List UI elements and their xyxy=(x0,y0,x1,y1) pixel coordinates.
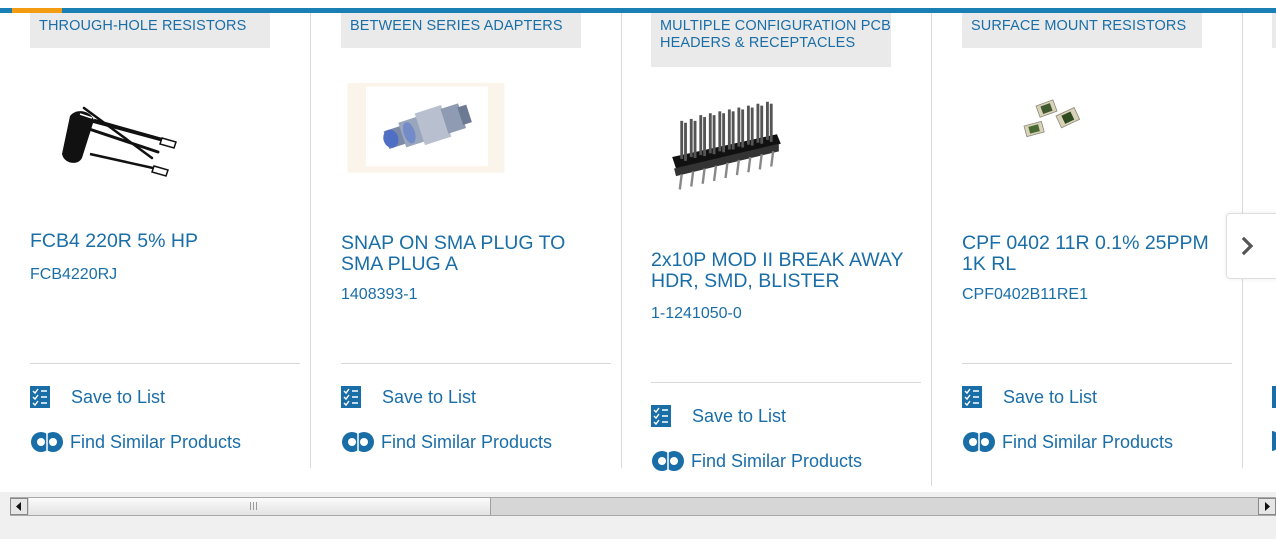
carousel-next-button[interactable] xyxy=(1226,213,1276,279)
product-title[interactable]: CPF 0402 11R 0.1% 25PPM 1K RL xyxy=(962,233,1222,275)
checklist-icon xyxy=(30,386,50,408)
save-to-list-label: Save to List xyxy=(382,387,477,407)
product-card: BETWEEN SERIES ADAPTERS SNAP ON SMA PLUG… xyxy=(311,13,622,468)
gears-icon xyxy=(31,432,63,452)
checklist-icon xyxy=(962,386,982,408)
find-similar-products-button[interactable]: Find Similar Products xyxy=(30,429,241,455)
save-to-list-label: Save to List xyxy=(692,406,787,426)
category-tag[interactable]: SURFACE MOUNT RESISTORS xyxy=(962,13,1202,48)
category-label: SURFACE MOUNT RESISTORS xyxy=(971,18,1187,34)
scrollbar-grip xyxy=(250,502,258,510)
category-label: BETWEEN SERIES ADAPTERS xyxy=(350,18,563,34)
triangle-left-icon xyxy=(16,502,21,511)
find-similar-products-label: Find Similar Products xyxy=(691,451,863,471)
category-label: THROUGH-HOLE RESISTORS xyxy=(39,18,247,34)
product-title[interactable]: FCB4 220R 5% HP xyxy=(30,231,290,252)
triangle-right-icon xyxy=(1265,502,1270,511)
product-part-number[interactable]: 1408393-1 xyxy=(341,285,418,305)
product-title[interactable]: SNAP ON SMA PLUG TO SMA PLUG A xyxy=(341,233,601,275)
find-similar-products-button[interactable]: Find Similar Products xyxy=(962,429,1173,455)
card-divider xyxy=(30,363,300,364)
card-divider xyxy=(962,363,1232,364)
product-title[interactable]: 2x10P MOD II BREAK AWAY HDR, SMD, BLISTE… xyxy=(651,250,911,292)
gears-icon xyxy=(963,432,995,452)
product-card: SURFACE MOUNT RESISTORS CPF 0402 11R 0.1… xyxy=(932,13,1243,468)
find-similar-products-button[interactable]: Find Similar Products xyxy=(651,448,862,474)
checklist-icon xyxy=(1272,386,1276,408)
category-tag[interactable]: THROUGH-HOLE RESISTORS xyxy=(30,13,270,48)
save-to-list-button[interactable]: Save to List xyxy=(962,386,1097,408)
pcb-header-image[interactable] xyxy=(651,98,821,198)
find-similar-products-label: Find Similar Products xyxy=(1002,432,1174,452)
category-tag[interactable]: BETWEEN SERIES ADAPTERS xyxy=(341,13,581,48)
card-divider xyxy=(341,363,611,364)
category-label: MULTIPLE CONFIGURATION PCB HEADERS & REC… xyxy=(660,18,891,51)
through-hole-resistor-image[interactable] xyxy=(30,78,200,183)
find-similar-products-label: Find Similar Products xyxy=(381,432,553,452)
scrollbar-thumb[interactable] xyxy=(29,498,491,515)
product-carousel: THROUGH-HOLE RESISTORS FCB4 220R 5% HP F… xyxy=(0,0,1276,492)
save-to-list-label: Save to List xyxy=(1003,387,1098,407)
gears-icon xyxy=(342,432,374,452)
product-part-number[interactable]: FCB4220RJ xyxy=(30,265,117,285)
scroll-right-arrow[interactable] xyxy=(1258,498,1276,515)
gears-icon xyxy=(652,451,684,471)
category-tag xyxy=(1272,13,1276,48)
checklist-icon xyxy=(341,386,361,408)
save-to-list-button[interactable]: Save to List xyxy=(30,386,165,408)
sma-adapter-image[interactable] xyxy=(341,83,511,180)
gears-icon xyxy=(1272,431,1276,451)
product-card: THROUGH-HOLE RESISTORS FCB4 220R 5% HP F… xyxy=(0,13,311,468)
horizontal-scrollbar[interactable] xyxy=(10,497,1276,516)
product-part-number[interactable]: CPF0402B11RE1 xyxy=(962,285,1088,305)
save-to-list-button[interactable]: Save to List xyxy=(651,405,786,427)
find-similar-products-label: Find Similar Products xyxy=(70,432,242,452)
checklist-icon xyxy=(651,405,671,427)
smd-resistor-image[interactable] xyxy=(962,78,1132,183)
card-divider xyxy=(651,382,921,383)
chevron-right-icon xyxy=(1241,236,1254,256)
save-to-list-button[interactable]: Save to List xyxy=(341,386,476,408)
product-card: MULTIPLE CONFIGURATION PCB HEADERS & REC… xyxy=(621,13,932,486)
find-similar-products-button[interactable]: Find Similar Products xyxy=(341,429,552,455)
product-part-number[interactable]: 1-1241050-0 xyxy=(651,304,742,324)
save-to-list-label: Save to List xyxy=(71,387,166,407)
scroll-left-arrow[interactable] xyxy=(10,498,28,515)
category-tag[interactable]: MULTIPLE CONFIGURATION PCB HEADERS & REC… xyxy=(651,13,891,67)
